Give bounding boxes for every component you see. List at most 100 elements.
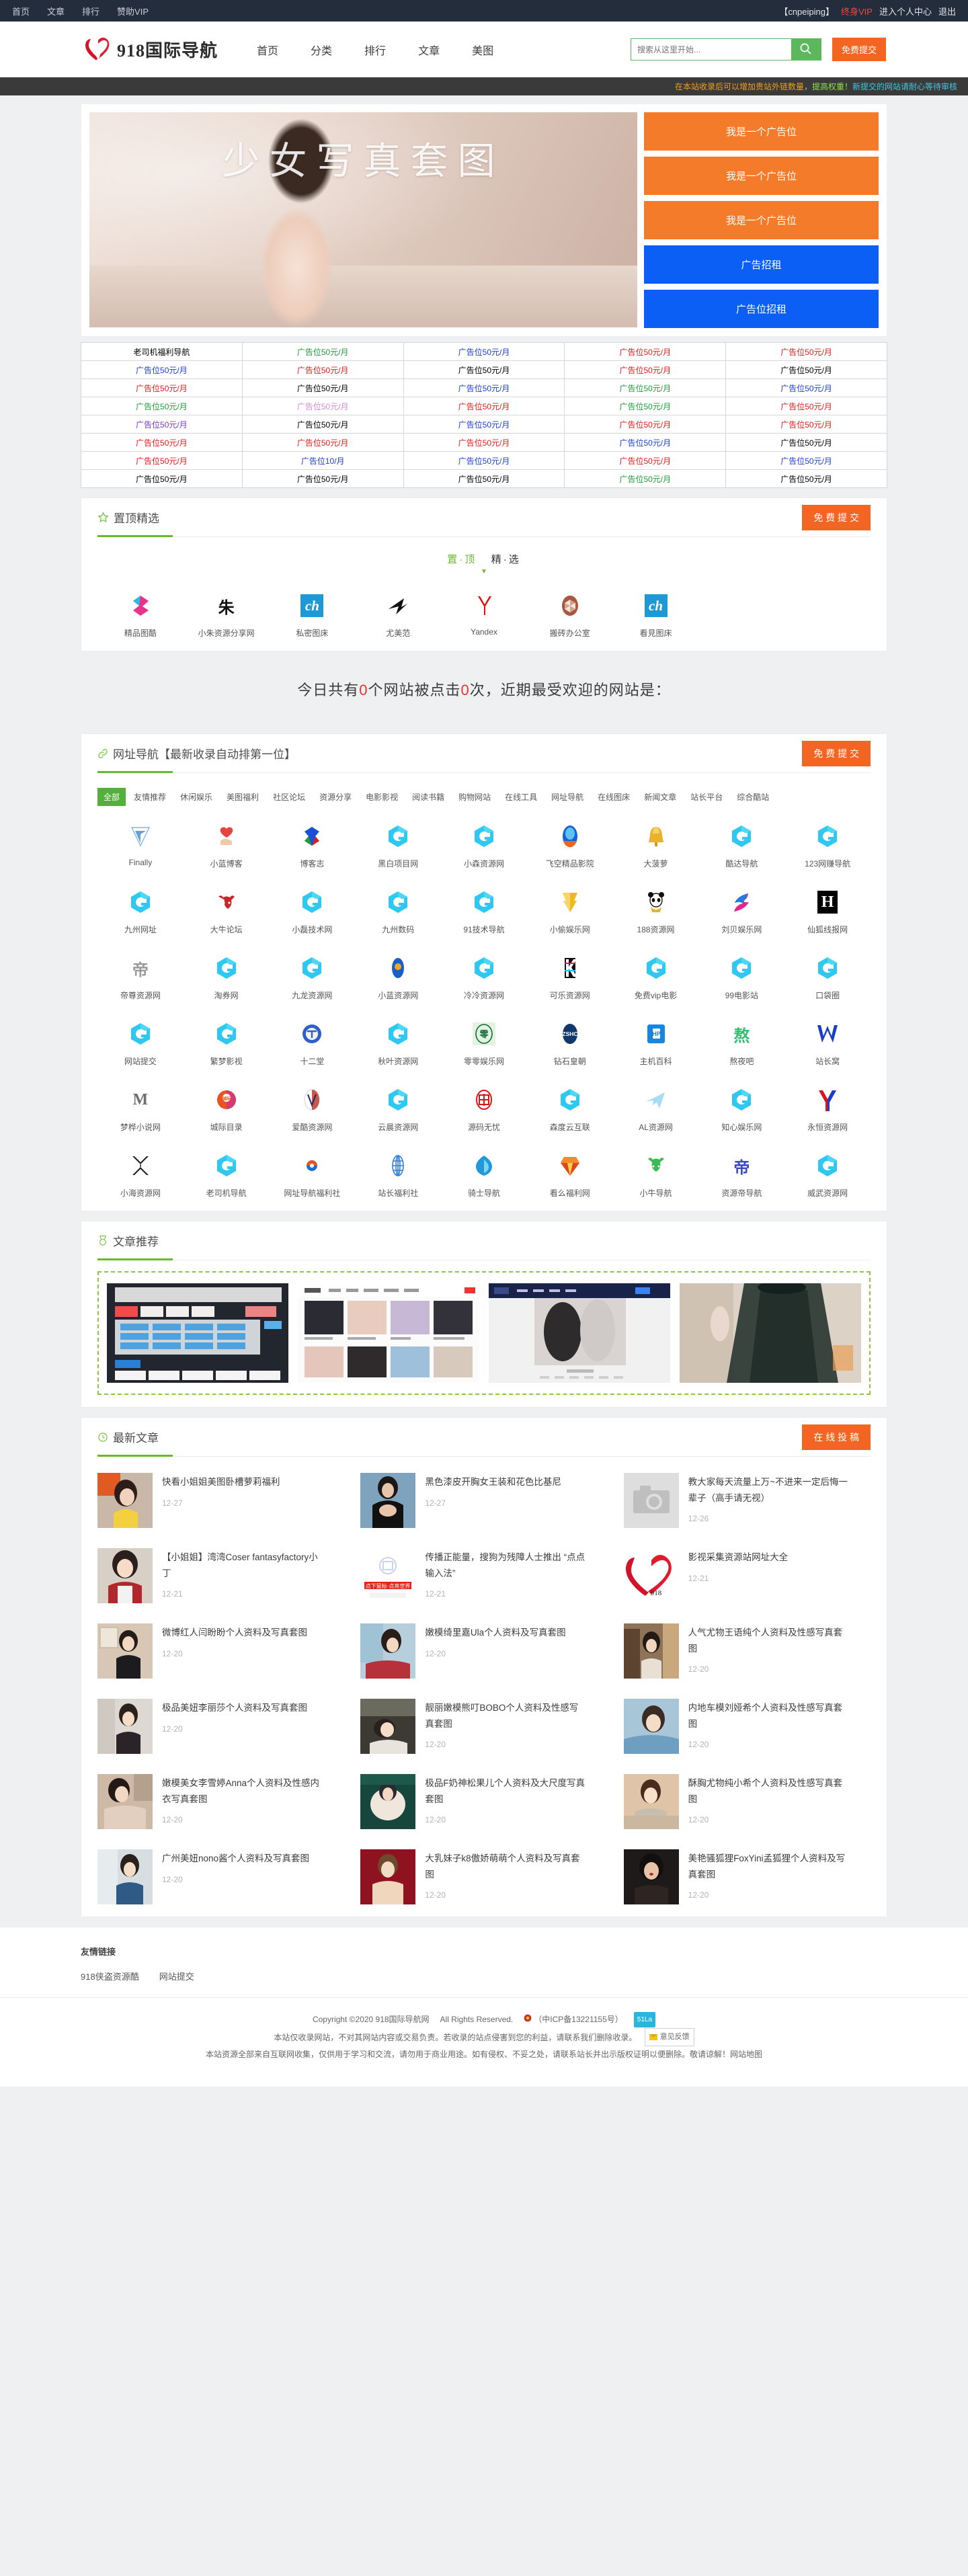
- category-tab[interactable]: 购物网站: [452, 788, 497, 806]
- ad-price-cell[interactable]: 广告位50元/月: [403, 415, 565, 434]
- directory-site-item[interactable]: 口袋圈: [784, 955, 871, 1001]
- ad-price-cell[interactable]: 广告位50元/月: [81, 415, 243, 434]
- article-list-item[interactable]: 人气尤物王语纯个人资料及性感写真套图 12-20: [623, 1623, 871, 1679]
- ad-price-cell[interactable]: 广告位50元/月: [81, 397, 243, 415]
- ad-slot-2[interactable]: 我是一个广告位: [644, 157, 879, 195]
- search-input[interactable]: [631, 39, 791, 60]
- directory-site-item[interactable]: 帝资源帝导航: [698, 1153, 784, 1199]
- ad-price-cell[interactable]: 广告位50元/月: [241, 415, 404, 434]
- topbar-link-articles[interactable]: 文章: [47, 5, 65, 17]
- directory-site-item[interactable]: 网站提交: [97, 1021, 184, 1067]
- article-list-item[interactable]: 酥胸尤物纯小希个人资料及性感写真套图 12-20: [623, 1774, 871, 1829]
- category-tab[interactable]: 新闻文章: [638, 788, 682, 806]
- ad-price-cell[interactable]: 广告位50元/月: [403, 342, 565, 361]
- friend-link-2[interactable]: 网站提交: [159, 1970, 194, 1982]
- article-list-item[interactable]: 微博红人闫盼盼个人资料及写真套图 12-20: [97, 1623, 344, 1679]
- directory-site-item[interactable]: 91技术导航: [441, 889, 527, 935]
- category-tab[interactable]: 网址导航: [545, 788, 590, 806]
- directory-site-item[interactable]: 繁梦影视: [184, 1021, 270, 1067]
- directory-site-item[interactable]: ZSHC 钻石皇朝: [527, 1021, 613, 1067]
- ad-slot-1[interactable]: 我是一个广告位: [644, 112, 879, 151]
- top-selection-item[interactable]: ch 私密图床: [270, 593, 356, 639]
- ad-price-cell[interactable]: 广告位50元/月: [241, 360, 404, 379]
- directory-site-item[interactable]: 小蓝资源网: [355, 955, 441, 1001]
- top-selection-item[interactable]: 搬砖办公室: [527, 593, 613, 639]
- category-tab[interactable]: 资源分享: [313, 788, 358, 806]
- directory-site-item[interactable]: 小海资源网: [97, 1153, 184, 1199]
- ad-price-cell[interactable]: 广告位50元/月: [725, 397, 887, 415]
- rec-thumb-3[interactable]: [489, 1283, 670, 1383]
- directory-site-item[interactable]: 飞空精品影院: [527, 823, 613, 869]
- ad-price-cell[interactable]: 广告位50元/月: [564, 433, 727, 452]
- directory-site-item[interactable]: 站长窝: [784, 1021, 871, 1067]
- directory-site-item[interactable]: 可乐资源网: [527, 955, 613, 1001]
- ad-price-cell[interactable]: 广告位50元/月: [564, 360, 727, 379]
- ad-price-cell[interactable]: 广告位50元/月: [564, 397, 727, 415]
- footer-icp[interactable]: （中ICP备13221155号）: [524, 2011, 623, 2028]
- category-tab[interactable]: 站长平台: [684, 788, 729, 806]
- nav-category[interactable]: 分类: [311, 42, 332, 58]
- directory-site-item[interactable]: 99电影站: [698, 955, 784, 1001]
- ad-price-cell[interactable]: 广告位50元/月: [725, 378, 887, 397]
- directory-site-item[interactable]: 九州数码: [355, 889, 441, 935]
- directory-site-item[interactable]: 十二堂: [270, 1021, 356, 1067]
- ad-slot-4[interactable]: 广告招租: [644, 245, 879, 284]
- ad-price-cell[interactable]: 广告位50元/月: [564, 415, 727, 434]
- topbar-link-vip[interactable]: 赞助VIP: [117, 5, 149, 17]
- directory-site-item[interactable]: 熬熬夜吧: [698, 1021, 784, 1067]
- ad-price-cell[interactable]: 广告位50元/月: [241, 469, 404, 488]
- directory-site-item[interactable]: 188资源网: [613, 889, 699, 935]
- category-tab[interactable]: 在线工具: [499, 788, 543, 806]
- friend-link-1[interactable]: 918侠盗资源酷: [81, 1970, 139, 1982]
- feedback-button[interactable]: 意见反馈: [644, 2028, 694, 2047]
- directory-site-item[interactable]: 酷达导航: [698, 823, 784, 869]
- vip-badge-link[interactable]: 终身VIP: [841, 5, 873, 17]
- ad-price-cell[interactable]: 广告位50元/月: [241, 433, 404, 452]
- rec-thumb-4[interactable]: [680, 1283, 861, 1383]
- article-list-item[interactable]: 点下鼠标·点亮世界 传播正能量，搜狗为残障人士推出 “点点输入法” 12-21: [360, 1548, 607, 1603]
- sitemap-link[interactable]: 网站地图: [730, 2050, 762, 2059]
- directory-site-item[interactable]: 小磊技术网: [270, 889, 356, 935]
- directory-site-item[interactable]: Finally: [97, 823, 184, 869]
- directory-site-item[interactable]: 九龙资源网: [270, 955, 356, 1001]
- directory-site-item[interactable]: AL资源网: [613, 1087, 699, 1133]
- article-list-item[interactable]: 918 影视采集资源站网址大全 12-21: [623, 1548, 871, 1603]
- ad-price-cell[interactable]: 广告位50元/月: [241, 378, 404, 397]
- category-tab[interactable]: 休闲娱乐: [174, 788, 218, 806]
- top-selection-item[interactable]: ch 看見图床: [613, 593, 699, 639]
- ad-price-cell[interactable]: 广告位50元/月: [403, 397, 565, 415]
- top-selection-item[interactable]: Yandex: [441, 593, 527, 639]
- directory-site-item[interactable]: HP 主机百科: [613, 1021, 699, 1067]
- article-list-item[interactable]: 美艳骚狐狸FoxYini孟狐狸个人资料及写真套图 12-20: [623, 1849, 871, 1904]
- rec-thumb-2[interactable]: [298, 1283, 479, 1383]
- ad-price-cell[interactable]: 广告位10/月: [241, 451, 404, 470]
- category-tab[interactable]: 在线图床: [592, 788, 636, 806]
- logout-link[interactable]: 退出: [938, 5, 956, 17]
- ad-price-cell[interactable]: 老司机福利导航: [81, 342, 243, 361]
- article-list-item[interactable]: 快看小姐姐美图卧槽萝莉福利 12-27: [97, 1473, 344, 1528]
- ad-price-cell[interactable]: 广告位50元/月: [725, 469, 887, 488]
- directory-site-item[interactable]: 黑白项目网: [355, 823, 441, 869]
- free-submit-button-topsel[interactable]: 免 费 提 交: [802, 504, 871, 530]
- directory-site-item[interactable]: 冷冷资源网: [441, 955, 527, 1001]
- ad-price-cell[interactable]: 广告位50元/月: [403, 469, 565, 488]
- directory-site-item[interactable]: 源码无忧: [441, 1087, 527, 1133]
- category-tab[interactable]: 美图福利: [220, 788, 265, 806]
- directory-site-item[interactable]: 刘贝娱乐网: [698, 889, 784, 935]
- ad-price-cell[interactable]: 广告位50元/月: [725, 415, 887, 434]
- nav-articles[interactable]: 文章: [418, 42, 440, 58]
- directory-site-item[interactable]: 零零零娱乐网: [441, 1021, 527, 1067]
- directory-site-item[interactable]: 老司机导航: [184, 1153, 270, 1199]
- search-button[interactable]: [791, 39, 821, 60]
- top-selection-item[interactable]: 尤美范: [355, 593, 441, 639]
- ad-slot-3[interactable]: 我是一个广告位: [644, 201, 879, 239]
- directory-site-item[interactable]: 大菠萝: [613, 823, 699, 869]
- ad-price-cell[interactable]: 广告位50元/月: [81, 469, 243, 488]
- ad-price-cell[interactable]: 广告位50元/月: [725, 342, 887, 361]
- directory-site-item[interactable]: H 仙狐线报网: [784, 889, 871, 935]
- article-list-item[interactable]: 教大家每天流量上万~不进来一定后悔一辈子（高手请无视） 12-26: [623, 1473, 871, 1528]
- directory-site-item[interactable]: 知心娱乐网: [698, 1087, 784, 1133]
- ad-price-cell[interactable]: 广告位50元/月: [725, 433, 887, 452]
- ad-price-cell[interactable]: 广告位50元/月: [403, 360, 565, 379]
- top-selection-item[interactable]: 精品图酷: [97, 593, 184, 639]
